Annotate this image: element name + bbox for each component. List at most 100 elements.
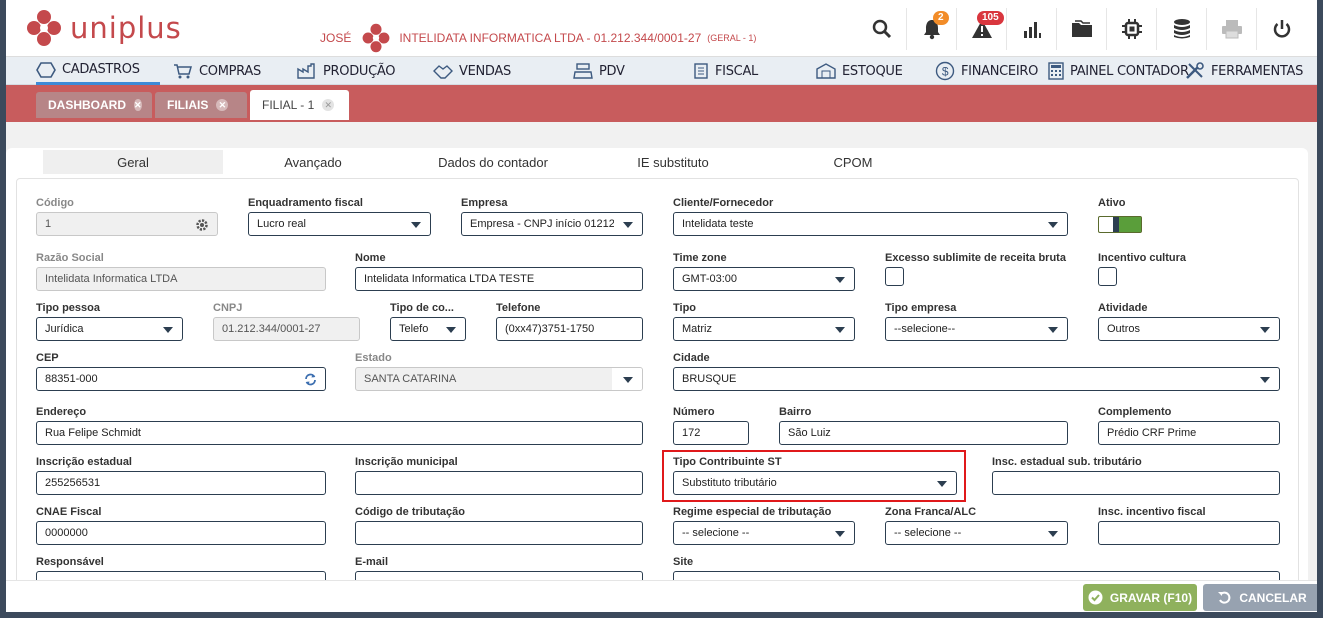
ie-field[interactable]: 255256531 — [36, 471, 326, 495]
company-info: JOSÉ INTELIDATA INFORMATICA LTDA - 01.21… — [320, 23, 756, 53]
cep-field[interactable]: 88351-000 — [36, 367, 326, 391]
close-icon[interactable]: ✕ — [134, 99, 142, 111]
tab-filiais[interactable]: FILIAIS ✕ — [155, 92, 247, 118]
ie-sub-field[interactable] — [992, 471, 1280, 495]
cnpj-field[interactable]: 01.212.344/0001-27 — [213, 317, 360, 341]
cnae-label: CNAE Fiscal — [36, 506, 102, 518]
tab-avancado[interactable]: Avançado — [223, 150, 403, 174]
estado-select[interactable]: SANTA CATARINA — [355, 367, 643, 391]
nav-painel-contador[interactable]: PAINEL CONTADOR — [1048, 57, 1189, 85]
tab-geral[interactable]: Geral — [43, 150, 223, 174]
search-button[interactable] — [857, 8, 907, 50]
cnae-field[interactable]: 0000000 — [36, 521, 326, 545]
power-icon — [1273, 20, 1291, 38]
nav-fiscal[interactable]: FISCAL — [693, 57, 758, 85]
telefone-label: Telefone — [496, 302, 541, 314]
main-nav: CADASTROS COMPRAS PRODUÇÃO VENDAS PDV FI… — [6, 57, 1317, 85]
logout-button[interactable] — [1257, 8, 1307, 50]
open-tabs-bar: DASHBOARD ✕ FILIAIS ✕ FILIAL - 1 ✕ — [6, 85, 1317, 122]
tab-filial-1[interactable]: FILIAL - 1 ✕ — [250, 90, 349, 120]
zona-select[interactable]: -- selecione -- — [885, 521, 1068, 545]
ativo-label: Ativo — [1098, 197, 1126, 209]
tab-dados-contador[interactable]: Dados do contador — [403, 150, 583, 174]
cancel-button[interactable]: CANCELAR — [1203, 584, 1317, 611]
tipo-value: Matriz — [682, 323, 712, 335]
svg-text:$: $ — [942, 65, 949, 79]
tab-dashboard[interactable]: DASHBOARD ✕ — [36, 92, 152, 118]
incentivo-checkbox[interactable] — [1098, 267, 1117, 286]
codigo-label: Código — [36, 197, 74, 209]
nav-label: ESTOQUE — [842, 63, 903, 79]
nav-financeiro[interactable]: $ FINANCEIRO — [935, 57, 1038, 85]
close-icon[interactable]: ✕ — [322, 99, 335, 111]
print-button[interactable] — [1207, 8, 1257, 50]
tipo-pessoa-select[interactable]: Jurídica — [36, 317, 183, 341]
reports-button[interactable] — [1007, 8, 1057, 50]
responsavel-label: Responsável — [36, 556, 104, 568]
cliente-select[interactable]: Intelidata teste — [673, 212, 1068, 236]
database-button[interactable] — [1157, 8, 1207, 50]
calculator-icon — [1048, 62, 1064, 80]
nav-cadastros[interactable]: CADASTROS — [36, 57, 160, 85]
excesso-checkbox[interactable] — [885, 267, 904, 286]
notifications-button[interactable]: 2 — [907, 8, 957, 50]
numero-label: Número — [673, 406, 715, 418]
nome-field[interactable]: Intelidata Informatica LTDA TESTE — [355, 267, 643, 291]
regime-select[interactable]: -- selecione -- — [673, 521, 855, 545]
nav-label: CADASTROS — [62, 62, 140, 77]
tipo-empresa-select[interactable]: --selecione-- — [885, 317, 1068, 341]
check-circle-icon — [1088, 590, 1103, 605]
insc-incentivo-field[interactable] — [1098, 521, 1280, 545]
enquadramento-select[interactable]: Lucro real — [248, 212, 431, 236]
regime-label: Regime especial de tributação — [673, 506, 832, 518]
timezone-label: Time zone — [673, 252, 727, 264]
alerts-button[interactable]: 105 — [957, 8, 1007, 50]
nav-producao[interactable]: PRODUÇÃO — [297, 57, 396, 85]
tipo-pessoa-label: Tipo pessoa — [36, 302, 100, 314]
telefone-field[interactable]: (0xx47)3751-1750 — [496, 317, 643, 341]
atividade-select[interactable]: Outros — [1098, 317, 1280, 341]
nav-estoque[interactable]: ESTOQUE — [816, 57, 903, 85]
files-button[interactable] — [1057, 8, 1107, 50]
cep-label: CEP — [36, 352, 59, 364]
form-footer: GRAVAR (F10) CANCELAR — [6, 580, 1317, 612]
nav-label: PRODUÇÃO — [323, 63, 396, 79]
cidade-select[interactable]: BRUSQUE — [673, 367, 1280, 391]
codigo-field[interactable]: 1 — [36, 212, 218, 236]
nav-label: VENDAS — [459, 63, 511, 79]
codigo-value: 1 — [45, 218, 52, 230]
complemento-field[interactable]: Prédio CRF Prime — [1098, 421, 1280, 445]
cliente-label: Cliente/Fornecedor — [673, 197, 774, 209]
timezone-select[interactable]: GMT-03:00 — [673, 267, 855, 291]
ativo-toggle[interactable] — [1098, 216, 1142, 233]
settings-button[interactable] — [1107, 8, 1157, 50]
cod-trib-field[interactable] — [355, 521, 643, 545]
printer-icon — [1221, 20, 1242, 39]
gear-icon[interactable] — [195, 218, 209, 232]
cnpj-label: CNPJ — [213, 302, 243, 314]
razao-field[interactable]: Intelidata Informatica LTDA — [36, 267, 326, 291]
nav-vendas[interactable]: VENDAS — [433, 57, 511, 85]
tab-label: DASHBOARD — [48, 98, 126, 112]
nav-pdv[interactable]: PDV — [573, 57, 625, 85]
nav-compras[interactable]: COMPRAS — [173, 57, 261, 85]
tab-label: FILIAIS — [167, 98, 209, 112]
nav-ferramentas[interactable]: FERRAMENTAS — [1185, 57, 1303, 85]
tab-cpom[interactable]: CPOM — [763, 150, 943, 174]
im-field[interactable] — [355, 471, 643, 495]
empresa-select[interactable]: Empresa - CNPJ início 01212 — [461, 212, 643, 236]
refresh-icon[interactable] — [304, 373, 317, 386]
folder-icon — [1071, 20, 1092, 37]
tab-ie-substituto[interactable]: IE substituto — [583, 150, 763, 174]
chevron-down-icon — [446, 327, 456, 333]
endereco-field[interactable]: Rua Felipe Schmidt — [36, 421, 643, 445]
close-icon[interactable]: ✕ — [216, 99, 229, 111]
save-button[interactable]: GRAVAR (F10) — [1083, 584, 1197, 611]
bairro-field[interactable]: São Luiz — [779, 421, 1068, 445]
tipo-contato-select[interactable]: Telefo — [390, 317, 466, 341]
tipo-select[interactable]: Matriz — [673, 317, 855, 341]
tipo-contrib-select[interactable]: Substituto tributário — [673, 471, 957, 495]
save-label: GRAVAR (F10) — [1109, 590, 1193, 605]
numero-field[interactable]: 172 — [673, 421, 749, 445]
uniplus-logo[interactable]: uniplus — [26, 9, 182, 47]
